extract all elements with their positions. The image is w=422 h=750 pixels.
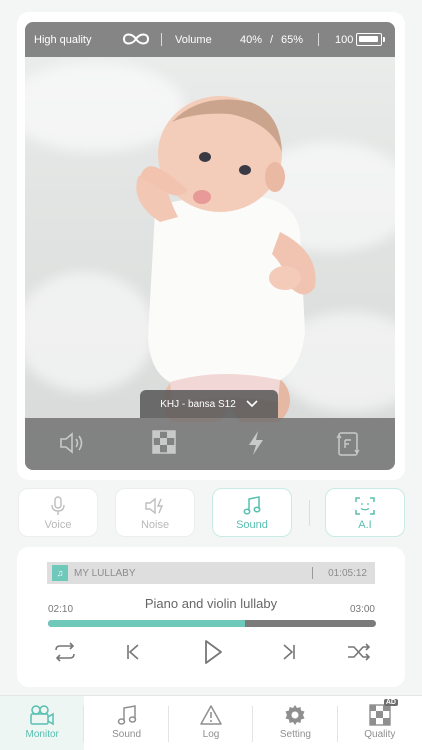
tab-label: Quality — [364, 729, 396, 740]
mode-label: Noise — [140, 519, 170, 531]
tab-sound[interactable]: Sound — [84, 696, 169, 750]
divider — [312, 567, 313, 579]
progress-fill — [48, 620, 245, 627]
mode-label: Voice — [44, 519, 72, 531]
tab-label: Log — [202, 729, 220, 740]
tab-setting[interactable]: Setting — [253, 696, 338, 750]
mode-sound-button[interactable]: Sound — [212, 488, 292, 537]
mode-ai-button[interactable]: A.I — [325, 488, 405, 537]
mosaic-icon[interactable] — [152, 430, 176, 454]
noise-icon — [145, 497, 164, 515]
gear-icon — [285, 705, 305, 725]
mode-selector: Voice Noise Sound A.I — [0, 488, 422, 538]
divider — [161, 33, 162, 46]
divider — [309, 500, 310, 526]
previous-icon[interactable] — [125, 642, 141, 662]
microphone-icon — [51, 496, 65, 515]
video-control-bar — [25, 418, 395, 470]
video-feed[interactable]: High quality Volume 40% / 65% 100 KHJ - … — [25, 22, 395, 470]
track-title: Piano and violin lullaby — [144, 596, 278, 611]
device-name: KHJ - bansa S12 — [160, 398, 236, 410]
play-icon[interactable] — [202, 639, 224, 665]
music-note-icon — [243, 496, 261, 515]
quality-icon — [369, 704, 391, 726]
ad-badge: AD — [383, 699, 398, 706]
speaker-icon[interactable] — [58, 430, 86, 456]
music-note-icon — [117, 705, 136, 725]
chevron-down-icon — [246, 400, 258, 408]
face-scan-icon — [355, 497, 375, 515]
flash-icon[interactable] — [247, 430, 265, 456]
divider — [318, 33, 319, 46]
battery-level: 100 — [335, 33, 354, 46]
total-time: 03:00 — [349, 604, 375, 615]
tab-log[interactable]: Log — [169, 696, 254, 750]
infinity-icon[interactable] — [121, 31, 151, 47]
tab-label: Setting — [279, 729, 311, 740]
tab-label: Monitor — [25, 729, 59, 740]
tab-label: Sound — [112, 729, 142, 740]
baby-image — [136, 96, 316, 422]
camera-icon — [30, 705, 54, 726]
shuffle-icon[interactable] — [346, 642, 372, 662]
mode-label: Sound — [236, 519, 268, 531]
quality-label[interactable]: High quality — [34, 34, 91, 46]
playlist-name: MY LULLABY — [74, 567, 136, 579]
playlist-duration: 01:05:12 — [328, 567, 367, 579]
mode-noise-button[interactable]: Noise — [115, 488, 195, 537]
volume-left-value: 40% — [240, 33, 263, 46]
volume-right-value: 65% — [281, 33, 304, 46]
mode-voice-button[interactable]: Voice — [18, 488, 98, 537]
camera-switch-icon[interactable] — [336, 430, 360, 458]
playlist-bar[interactable]: ♫ MY LULLABY 01:05:12 — [47, 562, 375, 584]
volume-label: Volume — [175, 33, 212, 46]
volume-divider: / — [270, 33, 274, 46]
warning-icon — [200, 705, 222, 725]
tab-monitor[interactable]: Monitor — [0, 696, 85, 750]
playlist-icon: ♫ — [52, 565, 68, 581]
next-icon[interactable] — [281, 642, 297, 662]
progress-bar[interactable] — [48, 620, 376, 627]
current-time: 02:10 — [48, 604, 74, 615]
lullaby-player: ♫ MY LULLABY 01:05:12 Piano and violin l… — [17, 547, 405, 687]
status-bar: High quality Volume 40% / 65% 100 — [25, 22, 395, 57]
battery-fill — [359, 36, 378, 42]
repeat-icon[interactable] — [52, 642, 78, 662]
bottom-tab-bar: Monitor Sound Log Setting AD Quality — [0, 695, 422, 750]
battery-icon — [356, 33, 385, 46]
device-selector[interactable]: KHJ - bansa S12 — [140, 390, 278, 418]
tab-quality[interactable]: AD Quality — [338, 696, 422, 750]
mode-label: A.I — [358, 519, 372, 531]
